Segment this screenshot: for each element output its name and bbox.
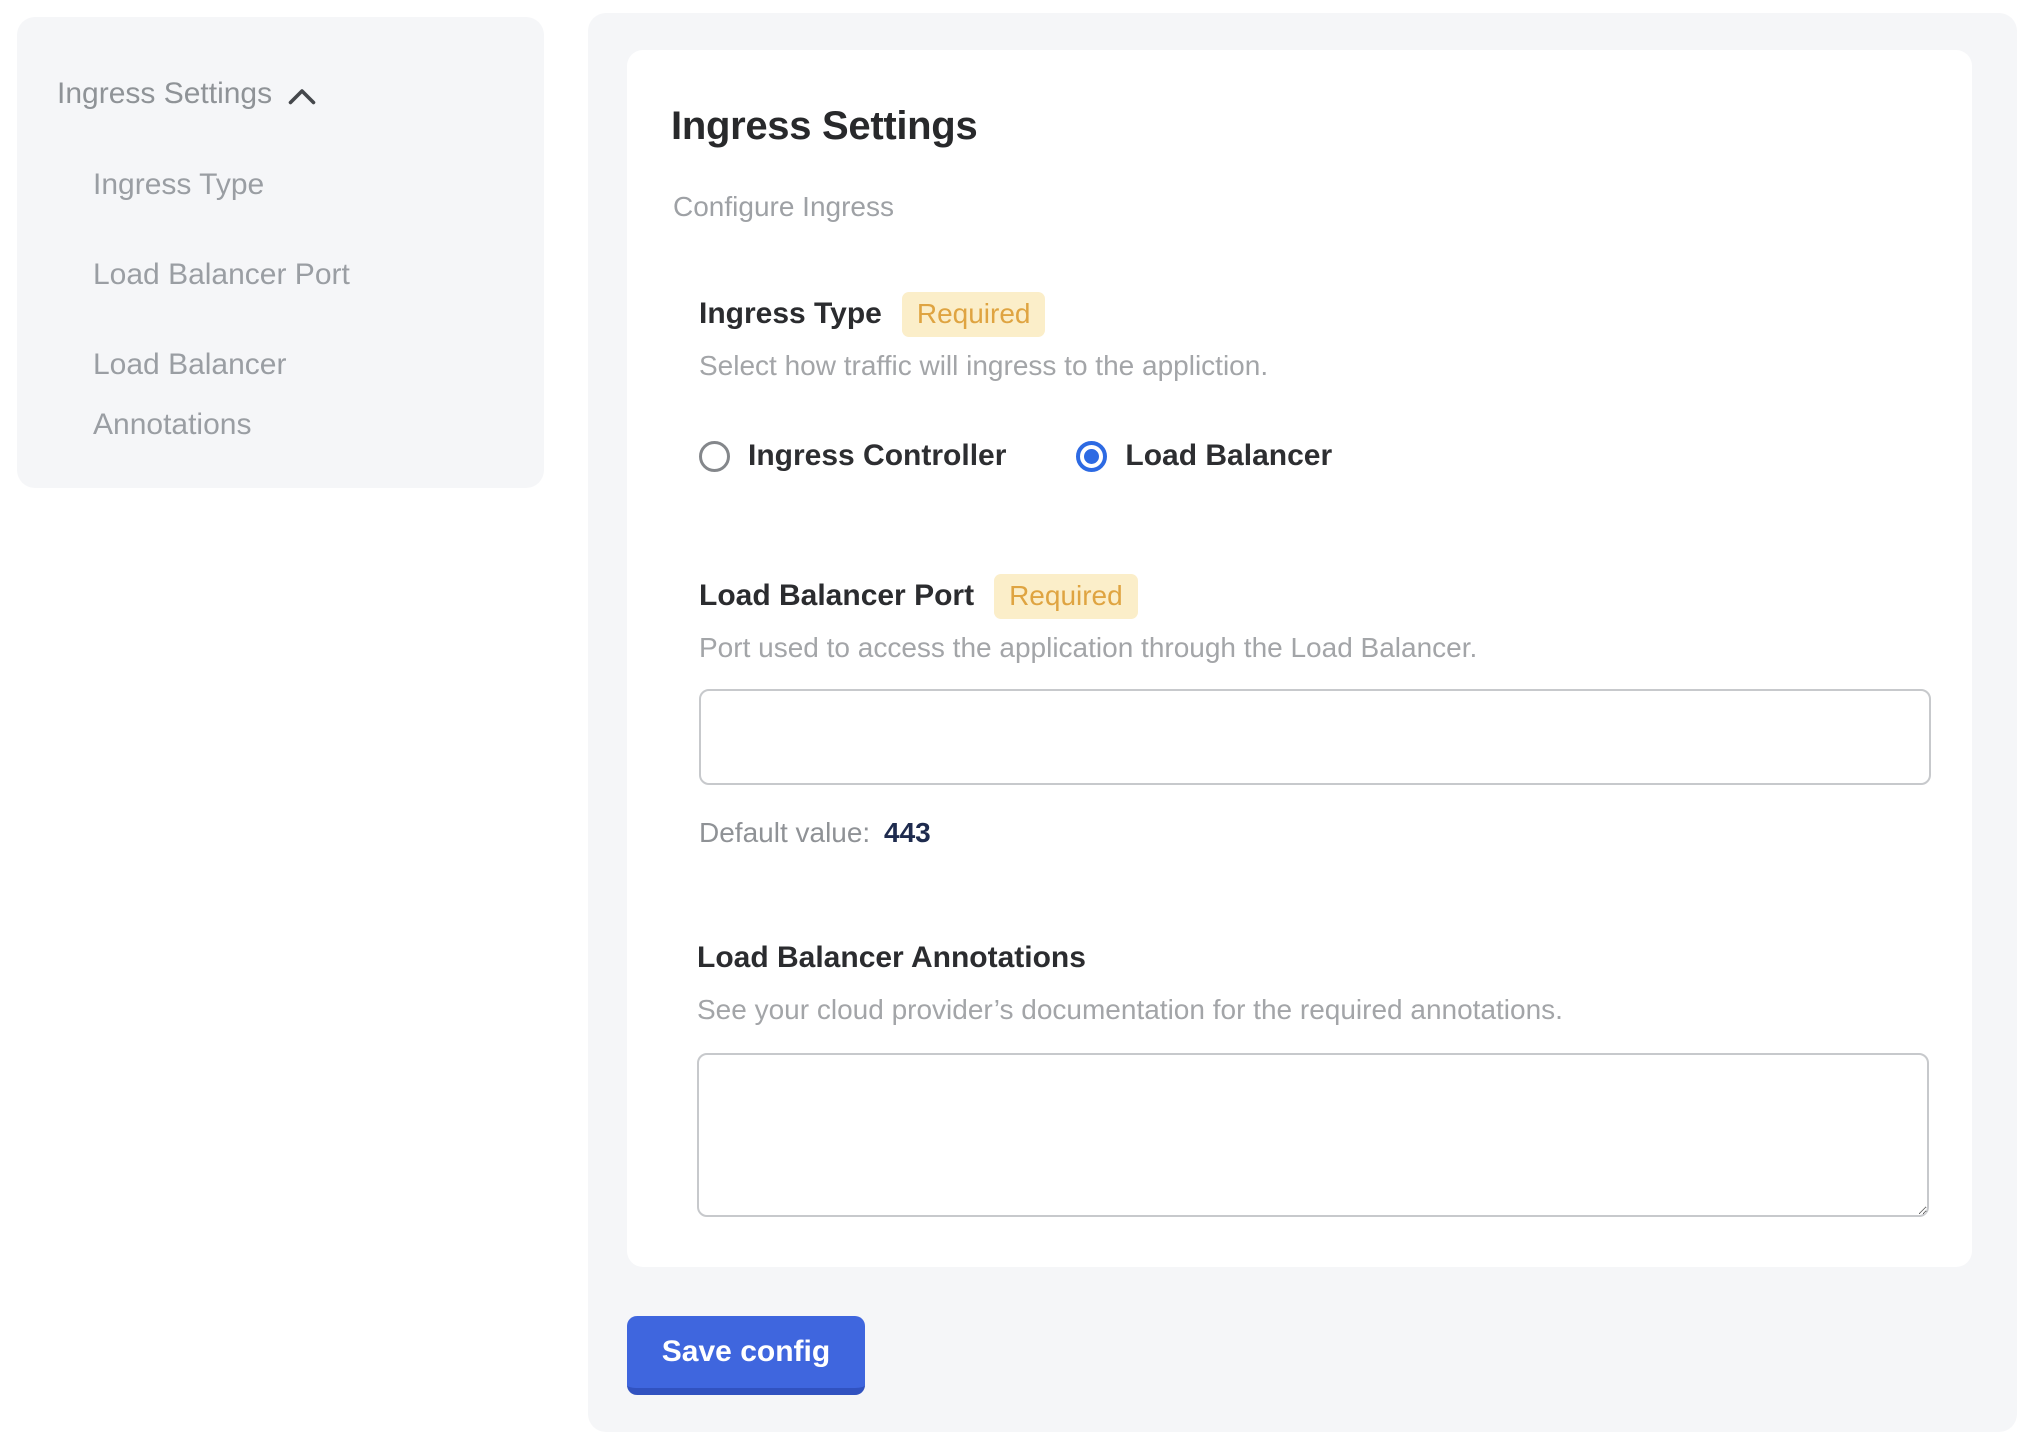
radio-circle-icon[interactable] [1076,441,1107,472]
field-load-balancer-annotations: Load Balancer Annotations See your cloud… [697,936,1929,1217]
page-title: Ingress Settings [671,102,977,150]
sidebar-parent-label: Ingress Settings [57,77,272,111]
default-value-line: Default value: 443 [699,817,1931,849]
field-ingress-type: Ingress Type Required Select how traffic… [699,292,1332,473]
sidebar-sub-items: Ingress Type Load Balancer Port Load Bal… [93,155,438,485]
field-label-ingress-type: Ingress Type [699,296,882,332]
settings-nav-sidebar: Ingress Settings Ingress Type Load Balan… [17,17,544,488]
settings-main-panel: Ingress Settings Configure Ingress Ingre… [588,13,2017,1432]
load-balancer-port-input[interactable] [699,689,1931,785]
field-load-balancer-port: Load Balancer Port Required Port used to… [699,574,1931,849]
required-badge: Required [902,292,1046,337]
sidebar-item-ingress-settings[interactable]: Ingress Settings [57,77,316,111]
default-value-number: 443 [884,817,931,848]
radio-label-ingress-controller: Ingress Controller [748,439,1006,473]
radio-ingress-controller[interactable]: Ingress Controller [699,439,1006,473]
field-label-load-balancer-annotations: Load Balancer Annotations [697,940,1086,976]
sidebar-item-ingress-type[interactable]: Ingress Type [93,155,438,215]
ingress-type-radio-group: Ingress Controller Load Balancer [699,439,1332,473]
sidebar-item-load-balancer-port[interactable]: Load Balancer Port [93,245,438,305]
sidebar-item-load-balancer-annotations[interactable]: Load Balancer Annotations [93,335,438,455]
field-description-load-balancer-annotations: See your cloud provider’s documentation … [697,995,1929,1025]
field-description-ingress-type: Select how traffic will ingress to the a… [699,351,1332,381]
field-label-load-balancer-port: Load Balancer Port [699,578,974,614]
save-config-button[interactable]: Save config [627,1316,865,1395]
ingress-settings-card: Ingress Settings Configure Ingress Ingre… [627,50,1972,1267]
field-description-load-balancer-port: Port used to access the application thro… [699,633,1931,663]
load-balancer-annotations-textarea[interactable] [697,1053,1929,1217]
default-value-label: Default value: [699,817,870,848]
radio-circle-icon[interactable] [699,441,730,472]
chevron-up-icon [288,84,316,105]
radio-load-balancer[interactable]: Load Balancer [1076,439,1332,473]
required-badge: Required [994,574,1138,619]
radio-label-load-balancer: Load Balancer [1125,439,1332,473]
page-subtitle: Configure Ingress [673,190,894,224]
